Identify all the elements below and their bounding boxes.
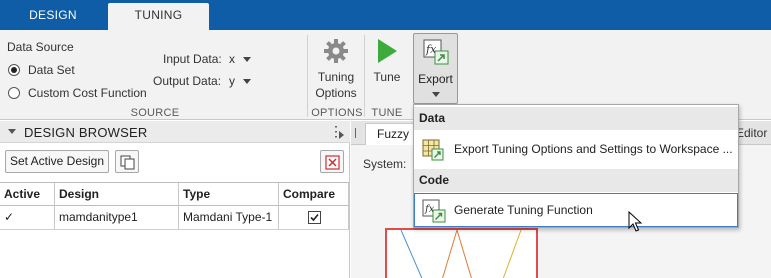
table-row[interactable]: ✓ mamdanitype1 Mamdani Type-1 — [0, 206, 349, 230]
panel-handle — [355, 128, 356, 138]
data-set-label[interactable]: Data Set — [28, 63, 75, 77]
fx-export-icon: fx — [423, 39, 449, 65]
input-data-label: Input Data: — [163, 52, 222, 66]
tab-tuning[interactable]: TUNING — [108, 3, 209, 30]
export-button[interactable]: fx Export — [413, 33, 458, 104]
fis-plot — [385, 228, 538, 278]
data-source-label: Data Source — [7, 40, 74, 54]
mouse-cursor-icon — [628, 211, 642, 232]
export-to-workspace-label: Export Tuning Options and Settings to Wo… — [454, 142, 733, 156]
tune-label: Tune — [373, 70, 401, 84]
system-label: System: — [363, 157, 407, 171]
section-divider — [307, 35, 308, 117]
tuning-options-line1: Tuning — [317, 70, 355, 84]
export-dropdown-menu: Data Export Tuning Options and Settings … — [413, 104, 739, 228]
tune-button[interactable]: Tune — [368, 36, 406, 88]
data-set-radio[interactable] — [8, 64, 20, 76]
output-data-select[interactable]: y — [229, 74, 235, 88]
design-browser-header: DESIGN BROWSER ⋮ — [0, 121, 350, 143]
delete-icon — [325, 155, 340, 170]
play-icon — [378, 39, 397, 63]
fx-function-icon: fx — [422, 199, 446, 223]
delete-design-button[interactable] — [320, 150, 344, 173]
design-cell[interactable]: mamdanitype1 — [55, 206, 179, 229]
membership-plot-lines — [400, 228, 522, 278]
generate-tuning-function-label: Generate Tuning Function — [454, 203, 593, 217]
chevron-down-icon — [432, 92, 440, 97]
table-header: Active Design Type Compare — [0, 182, 349, 206]
source-section-label: SOURCE — [130, 107, 180, 119]
copy-design-button[interactable] — [115, 150, 139, 173]
tab-design[interactable]: DESIGN — [0, 0, 106, 30]
custom-cost-label[interactable]: Custom Cost Function — [28, 86, 147, 100]
copy-icon — [120, 155, 135, 170]
design-browser-title: DESIGN BROWSER — [24, 125, 148, 140]
output-data-label: Output Data: — [153, 74, 222, 88]
input-data-select[interactable]: x — [229, 52, 235, 66]
tuning-options-button[interactable]: Tuning Options — [312, 36, 360, 102]
set-active-design-button[interactable]: Set Active Design — [5, 150, 109, 173]
section-divider — [364, 35, 365, 117]
chevron-down-icon[interactable] — [243, 79, 251, 84]
compare-cell[interactable] — [279, 206, 349, 229]
tab-fuzzy[interactable]: Fuzzy — [365, 123, 415, 145]
export-to-workspace-menu-item[interactable]: Export Tuning Options and Settings to Wo… — [414, 132, 738, 166]
options-section-label: OPTIONS — [311, 107, 363, 119]
export-label: Export — [418, 72, 453, 86]
generate-tuning-function-menu-item[interactable]: fx Generate Tuning Function — [414, 193, 738, 227]
active-cell[interactable]: ✓ — [0, 206, 55, 229]
column-header-design[interactable]: Design — [55, 183, 179, 206]
column-header-type[interactable]: Type — [179, 183, 279, 206]
compare-checkbox[interactable] — [308, 211, 321, 224]
tab-editor[interactable]: Editor — [736, 126, 767, 140]
column-header-active[interactable]: Active — [0, 183, 55, 206]
type-cell[interactable]: Mamdani Type-1 — [179, 206, 279, 229]
gear-icon — [324, 39, 348, 63]
column-header-compare[interactable]: Compare — [279, 183, 349, 206]
grid-export-icon — [422, 139, 444, 161]
collapse-icon[interactable] — [8, 129, 16, 134]
tuning-options-line2: Options — [315, 86, 357, 100]
menu-section-data: Data — [414, 107, 738, 130]
tab-bar: DESIGN TUNING — [0, 0, 771, 30]
custom-cost-radio[interactable] — [8, 87, 20, 99]
chevron-down-icon[interactable] — [243, 57, 251, 62]
tune-section-label: TUNE — [371, 107, 403, 119]
checkmark-icon — [310, 213, 319, 222]
expand-arrow-icon[interactable] — [339, 131, 344, 139]
menu-section-code: Code — [414, 169, 738, 192]
